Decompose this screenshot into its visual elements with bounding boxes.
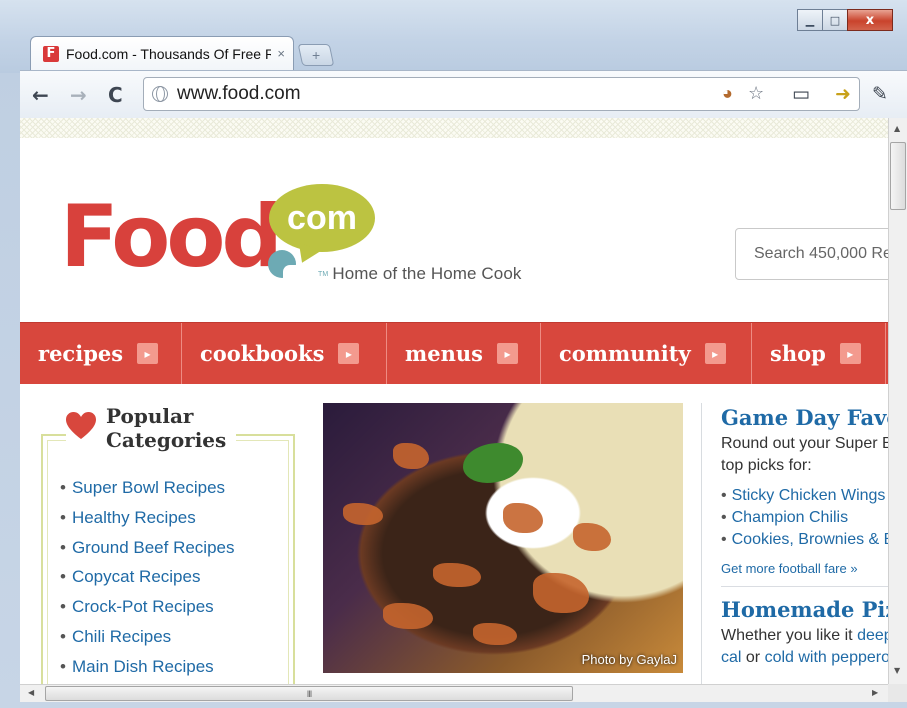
tab-close-icon[interactable]: × — [277, 46, 285, 61]
category-link[interactable]: Main Dish Recipes — [72, 657, 214, 676]
url-text[interactable]: www.food.com — [177, 83, 301, 105]
forward-button[interactable]: → — [70, 83, 87, 107]
list-item[interactable]: • Champion Chilis — [721, 507, 888, 529]
close-window-button[interactable]: x — [847, 9, 893, 31]
horizontal-scrollbar[interactable]: ◀ III ▶ — [20, 684, 888, 702]
food-logo[interactable]: Food — [60, 194, 283, 280]
nav-shop[interactable]: shop ▸ — [752, 323, 886, 384]
logo-dot-icon — [268, 250, 297, 279]
page-icon[interactable]: ▭ — [792, 83, 810, 106]
scroll-left-icon[interactable]: ◀ — [28, 688, 34, 697]
photo-credit-name[interactable]: GaylaJ — [637, 652, 677, 667]
cal-link[interactable]: cal — [721, 649, 741, 666]
list-item[interactable]: • Copycat Recipes — [60, 565, 235, 595]
nav-menus[interactable]: menus ▸ — [387, 323, 541, 384]
tagline-text: Home of the Home Cook — [332, 264, 522, 283]
nav-cookbooks[interactable]: cookbooks ▸ — [182, 323, 387, 384]
main-nav: recipes ▸ cookbooks ▸ menus ▸ community … — [20, 322, 888, 384]
trademark-mark: TM — [318, 271, 329, 279]
star-icon[interactable]: ☆ — [748, 83, 764, 104]
nav-label: shop — [770, 341, 826, 366]
list-item[interactable]: •Cookies, Brownies & Bars — [721, 529, 888, 551]
scroll-down-icon[interactable]: ▼ — [894, 666, 900, 675]
nav-recipes[interactable]: recipes ▸ — [20, 323, 182, 384]
gameday-text: Round out your Super Bowl — [721, 435, 888, 452]
list-item[interactable]: • Ground Beef Recipes — [60, 536, 235, 566]
pizza-title[interactable]: Homemade Pizza — [721, 597, 888, 622]
reload-button[interactable]: C — [108, 83, 123, 107]
cold-pepperoni-link[interactable]: cold with pepperoni — [765, 649, 888, 666]
categories-title-line2: Categories — [106, 428, 227, 452]
browser-tab[interactable]: F Food.com - Thousands Of Free Recipes × — [30, 36, 294, 70]
vertical-scroll-thumb[interactable] — [890, 142, 906, 210]
gameday-title[interactable]: Game Day Favorites — [721, 405, 888, 430]
browser-toolbar: ← → C www.food.com ◕ ☆ ▭ ➜ ✎ — [20, 70, 907, 118]
list-item[interactable]: • Sticky Chicken Wings — [721, 485, 888, 507]
nav-label: menus — [405, 341, 483, 366]
list-item[interactable]: • Crock-Pot Recipes — [60, 595, 235, 625]
page-viewport: Food com TM Home of the Home Cook Search … — [20, 118, 888, 684]
address-bar[interactable]: www.food.com ◕ ☆ — [143, 77, 860, 111]
photo-credit: Photo by GaylaJ — [582, 652, 677, 667]
arrow-right-icon: ▸ — [839, 343, 861, 364]
arrow-right-icon: ▸ — [704, 343, 726, 364]
logo-com-text: com — [287, 198, 357, 237]
minimize-button[interactable]: ▁ — [797, 9, 823, 31]
grip-icon: III — [306, 688, 312, 699]
new-tab-button[interactable]: + — [297, 44, 335, 66]
horizontal-scroll-thumb[interactable]: III — [45, 686, 573, 701]
pizza-text: cal or cold with pepperoni — [721, 647, 888, 669]
categories-list: • Super Bowl Recipes • Healthy Recipes • Gr… — [60, 476, 235, 684]
categories-heading: Popular Categories — [66, 404, 237, 452]
category-link[interactable]: Healthy Recipes — [72, 508, 196, 527]
scroll-up-icon[interactable]: ▲ — [894, 124, 900, 133]
vertical-scrollbar[interactable]: ▲ ▼ — [888, 118, 907, 684]
heart-icon — [66, 412, 96, 439]
right-column: Game Day Favorites Round out your Super … — [701, 403, 888, 684]
more-football-link[interactable]: Get more football fare » — [721, 561, 888, 576]
arrow-right-icon: ▸ — [338, 343, 360, 364]
nav-label: cookbooks — [200, 341, 325, 366]
pizza-text: Whether you like it deep dish — [721, 625, 888, 647]
nav-label: community — [559, 341, 691, 366]
logo-com-bubble: com — [269, 184, 375, 252]
maximize-button[interactable]: □ — [822, 9, 848, 31]
category-link[interactable]: Ground Beef Recipes — [72, 538, 235, 557]
top-pattern-strip — [20, 118, 888, 138]
nav-label: recipes — [38, 341, 124, 366]
category-link[interactable]: Copycat Recipes — [72, 567, 201, 586]
arrow-right-icon: ▸ — [137, 343, 159, 364]
category-link[interactable]: Super Bowl Recipes — [72, 478, 225, 497]
tab-title: Food.com - Thousands Of Free Recipes — [66, 45, 272, 62]
divider — [721, 586, 888, 587]
list-item[interactable]: • Chili Recipes — [60, 625, 235, 655]
scrollbar-corner — [888, 684, 907, 702]
tagline: TM Home of the Home Cook — [318, 264, 522, 284]
cookie-blocked-icon[interactable]: ◕ — [722, 83, 733, 104]
list-item[interactable]: • Super Bowl Recipes — [60, 476, 235, 506]
photo-credit-prefix: Photo by — [581, 652, 637, 667]
list-item[interactable]: • Main Dish Recipes — [60, 655, 235, 684]
window-controls: ▁ □ x — [797, 9, 893, 31]
nav-community[interactable]: community ▸ — [541, 323, 752, 384]
extension-icon[interactable]: ➜ — [835, 83, 851, 106]
food-favicon-icon: F — [43, 45, 59, 62]
category-link[interactable]: Chili Recipes — [72, 627, 171, 646]
arrow-right-icon: ▸ — [496, 343, 518, 364]
scroll-right-icon[interactable]: ▶ — [872, 688, 878, 697]
gameday-text: top picks for: — [721, 457, 812, 474]
plus-icon: + — [311, 47, 321, 63]
back-button[interactable]: ← — [32, 83, 49, 107]
deep-dish-link[interactable]: deep dish — [857, 627, 888, 644]
globe-icon — [152, 86, 168, 102]
wrench-icon[interactable]: ✎ — [872, 83, 888, 106]
categories-title-line1: Popular — [106, 404, 194, 428]
search-input[interactable]: Search 450,000 Recipes — [735, 228, 888, 280]
category-link[interactable]: Crock-Pot Recipes — [72, 597, 214, 616]
list-item[interactable]: • Healthy Recipes — [60, 506, 235, 536]
browser-window: ▁ □ x F Food.com - Thousands Of Free Rec… — [0, 0, 907, 708]
featured-recipe-photo[interactable]: Photo by GaylaJ — [323, 403, 683, 673]
